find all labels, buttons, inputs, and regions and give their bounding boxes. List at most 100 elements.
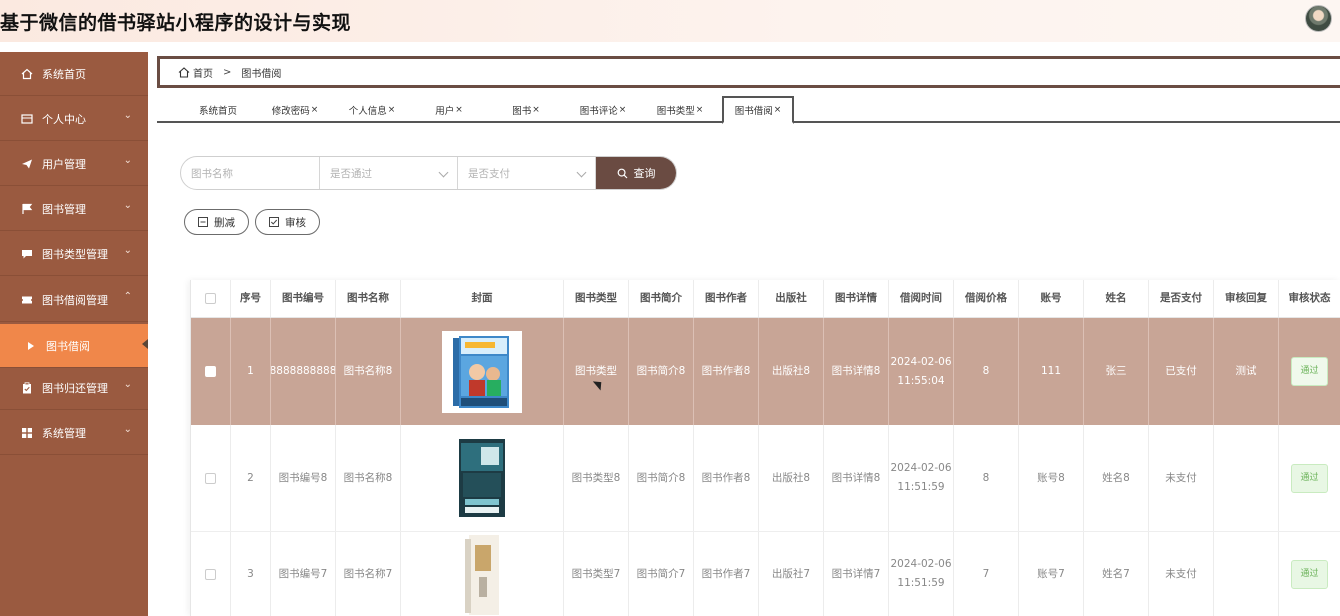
- table-row[interactable]: 2 图书编号8 图书名称8 图书类型8 图书简介8 图书作者8 出版社8 图书详…: [191, 425, 1340, 532]
- ticket-icon: [20, 293, 34, 307]
- column-header: 借阅价格: [954, 280, 1019, 317]
- home-icon: [178, 66, 190, 78]
- sidebar-item-label: 图书归还管理: [42, 381, 108, 395]
- tab-users[interactable]: 用户 ×: [416, 97, 482, 122]
- close-icon[interactable]: ×: [696, 105, 704, 115]
- account-cell: 111: [1019, 318, 1084, 425]
- flag-icon: [20, 202, 34, 216]
- chevron-down-icon: ⌄: [123, 379, 132, 390]
- book-no-cell: 8888888888: [271, 318, 336, 425]
- publisher-cell: 出版社8: [759, 425, 824, 531]
- price-cell: 8: [954, 318, 1019, 425]
- tab-book-comments[interactable]: 图书评论 ×: [570, 97, 636, 122]
- paid-cell: 未支付: [1149, 532, 1214, 616]
- passed-placeholder: 是否通过: [330, 167, 372, 180]
- row-select-cell[interactable]: [191, 318, 231, 425]
- row-checkbox[interactable]: [205, 568, 216, 580]
- tab-change-password[interactable]: 修改密码 ×: [262, 97, 328, 122]
- book-cover-image[interactable]: [442, 330, 522, 413]
- row-select-cell[interactable]: [191, 425, 231, 531]
- account-cell: 账号7: [1019, 532, 1084, 616]
- reply-cell: 测试: [1214, 318, 1279, 425]
- sidebar-item-borrow-management[interactable]: 图书借阅管理 ⌃: [0, 278, 148, 322]
- table-row[interactable]: 3 图书编号7 图书名称7 图书类型7 图书简介7 图书作者7 出版社7 图书详…: [191, 532, 1340, 616]
- borrow-time-cell: 2024-02-06 11:51:59: [889, 532, 954, 616]
- row-checkbox[interactable]: [205, 472, 216, 484]
- row-select-cell[interactable]: [191, 532, 231, 616]
- sidebar-item-users[interactable]: 用户管理 ⌄: [0, 142, 148, 186]
- breadcrumb-separator: >: [223, 66, 232, 78]
- status-badge: 通过: [1291, 463, 1328, 493]
- search-button-label: 查询: [633, 167, 656, 180]
- sidebar-item-label: 个人中心: [42, 112, 86, 126]
- close-icon[interactable]: ×: [455, 105, 463, 115]
- minus-square-icon: [198, 217, 208, 227]
- close-icon[interactable]: ×: [311, 105, 319, 115]
- detail-cell: 图书详情8: [824, 318, 889, 425]
- status-cell: 通过: [1279, 318, 1340, 425]
- book-name-placeholder: 图书名称: [191, 167, 233, 180]
- sidebar-item-book-types[interactable]: 图书类型管理 ⌄: [0, 232, 148, 276]
- tab-book-borrow[interactable]: 图书借阅 ×: [722, 96, 794, 124]
- table-row[interactable]: 1 8888888888 图书名称8 图书类型 图书简介8 图书作者8 出版社8…: [191, 318, 1340, 425]
- review-button[interactable]: 审核: [255, 209, 320, 235]
- close-icon[interactable]: ×: [388, 105, 396, 115]
- reply-cell: [1214, 532, 1279, 616]
- author-cell: 图书作者8: [694, 425, 759, 531]
- name-cell: 姓名8: [1084, 425, 1149, 531]
- book-cover-image[interactable]: [442, 533, 522, 615]
- paid-cell: 已支付: [1149, 318, 1214, 425]
- sidebar-item-home[interactable]: 系统首页: [0, 52, 148, 96]
- book-no-cell: 图书编号8: [271, 425, 336, 531]
- search-button[interactable]: 查询: [596, 157, 676, 189]
- cover-cell: [401, 425, 564, 531]
- tab-books[interactable]: 图书 ×: [493, 97, 559, 122]
- column-header: 图书简介: [629, 280, 694, 317]
- breadcrumb: 首页 > 图书借阅: [157, 56, 1340, 88]
- tab-label: 用户: [435, 105, 455, 117]
- sidebar-item-profile[interactable]: 个人中心 ⌄: [0, 97, 148, 141]
- publisher-cell: 出版社8: [759, 318, 824, 425]
- paid-select[interactable]: 是否支付: [458, 157, 596, 189]
- profile-icon: [20, 112, 34, 126]
- user-avatar[interactable]: [1305, 5, 1332, 32]
- chat-icon: [20, 247, 34, 261]
- book-name-cell: 图书名称8: [336, 425, 401, 531]
- passed-select[interactable]: 是否通过: [320, 157, 458, 189]
- sidebar-item-borrow[interactable]: 图书借阅: [0, 324, 148, 368]
- tab-home[interactable]: 系统首页: [185, 97, 251, 122]
- sidebar-item-return-management[interactable]: 图书归还管理 ⌄: [0, 366, 148, 410]
- column-header: 图书作者: [694, 280, 759, 317]
- delete-button[interactable]: 删减: [184, 209, 249, 235]
- book-cover-image[interactable]: [442, 437, 522, 519]
- chevron-down-icon: ⌄: [123, 245, 132, 256]
- sidebar-item-label: 图书类型管理: [42, 247, 108, 261]
- sidebar-item-label: 系统管理: [42, 426, 86, 440]
- tab-profile[interactable]: 个人信息 ×: [339, 97, 405, 122]
- account-cell: 账号8: [1019, 425, 1084, 531]
- publisher-cell: 出版社7: [759, 532, 824, 616]
- sidebar-item-books[interactable]: 图书管理 ⌄: [0, 187, 148, 231]
- send-icon: [20, 157, 34, 171]
- paid-placeholder: 是否支付: [468, 167, 510, 180]
- close-icon[interactable]: ×: [774, 105, 782, 115]
- column-header: 封面: [401, 280, 564, 317]
- row-checkbox[interactable]: [205, 366, 216, 377]
- intro-cell: 图书简介7: [629, 532, 694, 616]
- close-icon[interactable]: ×: [532, 105, 540, 115]
- breadcrumb-home[interactable]: 首页: [193, 65, 213, 80]
- sidebar-item-system[interactable]: 系统管理 ⌄: [0, 411, 148, 455]
- select-all-cell[interactable]: [191, 280, 231, 317]
- book-name-input[interactable]: 图书名称: [181, 157, 320, 189]
- name-cell: 姓名7: [1084, 532, 1149, 616]
- chevron-down-icon: [438, 167, 449, 178]
- tab-book-types[interactable]: 图书类型 ×: [647, 97, 713, 122]
- column-header: 图书详情: [824, 280, 889, 317]
- chevron-down-icon: ⌄: [123, 200, 132, 211]
- detail-cell: 图书详情8: [824, 425, 889, 531]
- sidebar-item-label: 图书借阅管理: [42, 293, 108, 307]
- select-all-checkbox[interactable]: [205, 293, 216, 304]
- status-cell: 通过: [1279, 532, 1340, 616]
- tab-label: 个人信息: [348, 105, 387, 117]
- close-icon[interactable]: ×: [619, 105, 627, 115]
